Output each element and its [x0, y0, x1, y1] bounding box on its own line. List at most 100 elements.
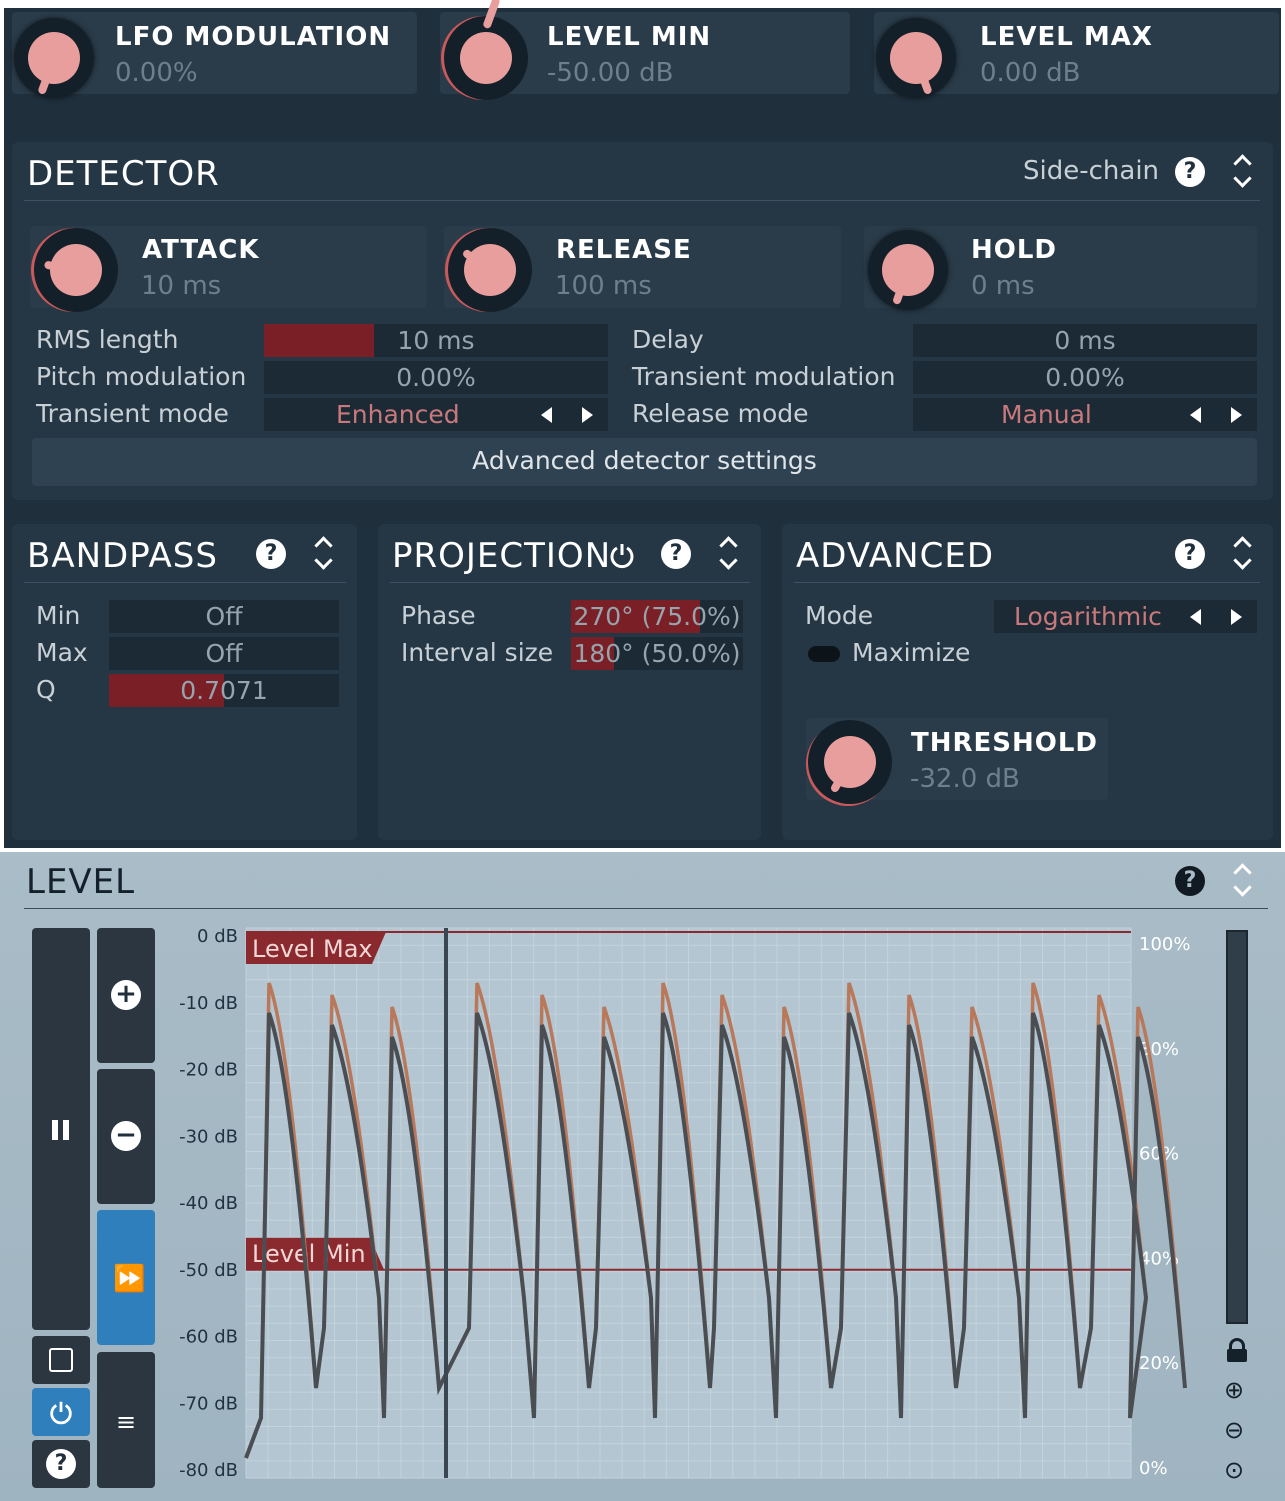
pitch-modulation-label: Pitch modulation [36, 362, 247, 391]
bandpass-collapse-icon[interactable] [313, 535, 333, 571]
lfo-modulation-label: LFO MODULATION [115, 22, 392, 52]
projection-collapse-icon[interactable] [718, 535, 738, 571]
level-min-label: LEVEL MIN [547, 22, 712, 52]
level-min-value[interactable]: -50.00 dB [547, 58, 673, 88]
attack-knob[interactable] [34, 228, 118, 312]
level-meter [1226, 930, 1248, 1324]
bandpass-min-slider[interactable]: Off [109, 600, 339, 633]
advanced-collapse-icon[interactable] [1232, 535, 1252, 571]
level-max-knob[interactable] [876, 18, 956, 98]
help-button[interactable]: ? [32, 1440, 90, 1488]
pitch-modulation-slider[interactable]: 0.00% [264, 361, 608, 394]
mode-value: Logarithmic [1014, 602, 1162, 631]
power-button[interactable] [32, 1388, 90, 1436]
release-mode-label: Release mode [632, 399, 809, 428]
detector-divider [24, 200, 1260, 201]
power-icon[interactable] [607, 540, 637, 570]
next-arrow-icon[interactable] [1231, 609, 1242, 625]
lock-icon[interactable] [1226, 1338, 1248, 1362]
hold-knob[interactable] [868, 230, 948, 310]
level-min-marker-label: Level Min [252, 1240, 366, 1268]
advanced-detector-settings-button[interactable]: Advanced detector settings [32, 438, 1257, 486]
hold-value[interactable]: 0 ms [971, 271, 1035, 301]
transient-modulation-value: 0.00% [1045, 363, 1125, 392]
projection-help-icon[interactable]: ? [661, 539, 691, 569]
level-help-icon[interactable]: ? [1175, 866, 1205, 896]
bandpass-max-value: Off [205, 639, 243, 668]
release-knob[interactable] [448, 228, 532, 312]
hold-label: HOLD [971, 235, 1058, 265]
release-mode-value: Manual [1001, 400, 1092, 429]
bandpass-title: BANDPASS [27, 536, 218, 576]
next-arrow-icon[interactable] [582, 407, 593, 423]
level-panel: LEVEL ? ? + − ⏩ ≡ 0 dB -10 dB -20 dB -30 dB… [0, 852, 1285, 1501]
rms-length-slider[interactable]: 10 ms [264, 324, 608, 357]
lfo-modulation-value[interactable]: 0.00% [115, 58, 198, 88]
level-graph[interactable]: 0 dB -10 dB -20 dB -30 dB -40 dB -50 dB -60 dB… [160, 922, 1210, 1492]
detector-collapse-icon[interactable] [1232, 153, 1252, 189]
level-title: LEVEL [26, 862, 136, 902]
advanced-divider [794, 582, 1260, 583]
db-tick-label: -20 dB [179, 1060, 238, 1081]
advanced-help-icon[interactable]: ? [1175, 539, 1205, 569]
percent-tick-label: 0% [1139, 1458, 1168, 1479]
bandpass-help-icon[interactable]: ? [256, 539, 286, 569]
transient-mode-select[interactable]: Enhanced [264, 398, 608, 431]
db-tick-label: -60 dB [179, 1327, 238, 1348]
transient-modulation-slider[interactable]: 0.00% [913, 361, 1257, 394]
bandpass-q-slider[interactable]: 0.7071 [109, 674, 339, 707]
pause-icon [52, 1120, 58, 1140]
prev-arrow-icon[interactable] [1190, 407, 1201, 423]
zoom-in-icon[interactable]: ⊕ [1224, 1376, 1244, 1404]
zoom-out-button[interactable]: − [97, 1069, 155, 1204]
phase-slider[interactable]: 270° (75.0%) [571, 600, 743, 633]
lfo-modulation-knob[interactable] [14, 18, 94, 98]
db-tick-label: -50 dB [179, 1260, 238, 1281]
level-max-label: LEVEL MAX [980, 22, 1153, 52]
db-tick-label: -30 dB [179, 1126, 238, 1147]
bandpass-min-value: Off [205, 602, 243, 631]
plugin-window: LFO MODULATION 0.00% LEVEL MIN -50.00 dB… [0, 0, 1285, 1501]
maximize-toggle[interactable] [808, 646, 840, 662]
phase-label: Phase [401, 601, 476, 630]
delay-value: 0 ms [1054, 326, 1116, 355]
zoom-out-icon[interactable]: ⊖ [1224, 1416, 1244, 1444]
level-divider [24, 908, 1268, 909]
delay-slider[interactable]: 0 ms [913, 324, 1257, 357]
threshold-value[interactable]: -32.0 dB [910, 764, 1020, 794]
detector-help-icon[interactable]: ? [1175, 157, 1205, 187]
release-value[interactable]: 100 ms [555, 271, 652, 301]
threshold-knob[interactable] [808, 720, 892, 804]
interval-size-slider[interactable]: 180° (50.0%) [571, 637, 743, 670]
zoom-reset-icon[interactable]: ⊙ [1224, 1456, 1244, 1484]
bandpass-divider [24, 582, 346, 583]
main-panel: LFO MODULATION 0.00% LEVEL MIN -50.00 dB… [4, 0, 1281, 848]
release-mode-select[interactable]: Manual [913, 398, 1257, 431]
mode-select[interactable]: Logarithmic [994, 600, 1257, 633]
delay-label: Delay [632, 325, 704, 354]
db-tick-label: -70 dB [179, 1393, 238, 1414]
percent-tick-label: 20% [1139, 1353, 1179, 1374]
level-collapse-icon[interactable] [1232, 862, 1252, 898]
maximize-label[interactable]: Maximize [852, 638, 970, 667]
prev-arrow-icon[interactable] [541, 407, 552, 423]
fast-forward-icon: ⏩ [113, 1264, 146, 1294]
sidechain-label[interactable]: Side-chain [1023, 156, 1159, 186]
resize-button[interactable] [32, 1336, 90, 1384]
rms-length-label: RMS length [36, 325, 179, 354]
bandpass-max-slider[interactable]: Off [109, 637, 339, 670]
db-tick-label: -40 dB [179, 1193, 238, 1214]
next-arrow-icon[interactable] [1231, 407, 1242, 423]
level-min-knob[interactable] [444, 0, 528, 100]
pause-button[interactable] [32, 928, 90, 1330]
threshold-label: THRESHOLD [911, 728, 1099, 758]
interval-size-value: 180° (50.0%) [573, 639, 741, 668]
prev-arrow-icon[interactable] [1190, 609, 1201, 625]
level-max-value[interactable]: 0.00 dB [980, 58, 1081, 88]
attack-value[interactable]: 10 ms [141, 271, 221, 301]
zoom-in-button[interactable]: + [97, 928, 155, 1063]
fast-forward-button[interactable]: ⏩ [97, 1210, 155, 1345]
pause-icon-bar [63, 1120, 69, 1140]
menu-button[interactable]: ≡ [97, 1352, 155, 1488]
advanced-title: ADVANCED [796, 536, 995, 576]
